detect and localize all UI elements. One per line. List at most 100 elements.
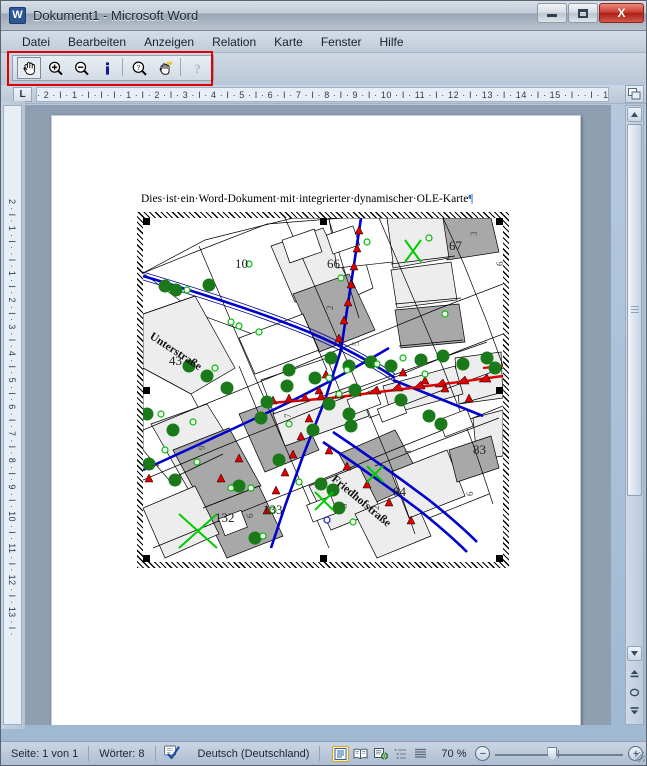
document-text: Dies·ist·ein·Word-Dokument·mit·integrier…	[141, 193, 469, 205]
toolbar-separator	[120, 58, 126, 78]
info-button[interactable]	[95, 57, 119, 79]
spellcheck-status[interactable]	[156, 745, 188, 762]
info-icon	[105, 61, 109, 75]
svg-text:67: 67	[449, 238, 463, 253]
spellcheck-icon	[163, 745, 180, 760]
web-layout-view-icon	[373, 747, 388, 760]
word-count[interactable]: Wörter: 8	[89, 748, 154, 760]
resize-handle-top-right[interactable]	[496, 218, 503, 225]
svg-text:6: 6	[245, 513, 255, 518]
title-bar: W Dokument1 - Microsoft Word X	[1, 1, 646, 31]
menu-datei[interactable]: Datei	[13, 33, 59, 51]
svg-text:7: 7	[283, 413, 293, 418]
menu-fenster[interactable]: Fenster	[312, 33, 371, 51]
resize-handle-middle-right[interactable]	[496, 387, 503, 394]
select-browse-object-icon	[629, 688, 640, 697]
word-icon: W	[9, 7, 26, 24]
zoom-out-icon	[74, 61, 89, 75]
document-page[interactable]: Dies·ist·ein·Word-Dokument·mit·integrier…	[51, 115, 581, 725]
help-button[interactable]: ?	[185, 57, 209, 79]
resize-handle-bottom-left[interactable]	[143, 555, 150, 562]
split-window-button[interactable]	[625, 85, 644, 103]
svg-text:?: ?	[194, 61, 201, 76]
horizontal-ruler[interactable]: L · 2 · I · 1 · I · I · I · 1 · I · 2 · …	[1, 85, 646, 104]
resize-handle-top-left[interactable]	[143, 218, 150, 225]
view-buttons	[332, 745, 429, 762]
svg-text:133: 133	[263, 502, 283, 517]
resize-handle-middle-left[interactable]	[143, 387, 150, 394]
resize-grip-icon[interactable]	[635, 752, 645, 762]
word-window: W Dokument1 - Microsoft Word X Datei Bea…	[0, 0, 647, 766]
menu-bearbeiten[interactable]: Bearbeiten	[59, 33, 135, 51]
menu-anzeigen[interactable]: Anzeigen	[135, 33, 203, 51]
scroll-down-button[interactable]	[627, 646, 642, 661]
close-button[interactable]: X	[599, 3, 644, 23]
menu-hilfe[interactable]: Hilfe	[371, 33, 413, 51]
previous-page-button[interactable]	[628, 668, 641, 681]
help-question-icon: ?	[194, 61, 201, 76]
chevron-down-icon	[631, 651, 638, 656]
select-browse-object-button[interactable]	[628, 686, 641, 699]
document-canvas[interactable]: Dies·ist·ein·Word-Dokument·mit·integrier…	[25, 105, 611, 725]
zoom-controls: 70 % − +	[437, 746, 644, 761]
zoom-slider-thumb[interactable]	[547, 746, 558, 761]
menu-bar: Datei Bearbeiten Anzeigen Relation Karte…	[1, 31, 646, 53]
identify-magnifier-icon: ?	[132, 60, 147, 76]
svg-text:3: 3	[469, 231, 479, 236]
page-indicator[interactable]: Seite: 1 von 1	[1, 748, 88, 760]
scroll-up-button[interactable]	[627, 107, 642, 122]
chevron-up-icon	[631, 112, 638, 117]
previous-page-icon	[630, 670, 639, 678]
ole-map-object[interactable]: Unterstraße Friedhofstraße 10 43 66 67 8…	[137, 212, 509, 568]
svg-text:5: 5	[351, 341, 361, 346]
resize-handle-bottom-center[interactable]	[320, 555, 327, 562]
blue-node-marker	[323, 516, 331, 524]
identify-button[interactable]: ?	[127, 57, 151, 79]
map-viewport[interactable]: Unterstraße Friedhofstraße 10 43 66 67 8…	[143, 218, 503, 562]
document-paragraph[interactable]: Dies·ist·ein·Word-Dokument·mit·integrier…	[141, 193, 474, 205]
web-layout-view-button[interactable]	[372, 746, 389, 762]
menu-karte[interactable]: Karte	[265, 33, 312, 51]
draft-view-button[interactable]	[412, 746, 429, 762]
resize-handle-top-center[interactable]	[320, 218, 327, 225]
fullscreen-reading-view-icon	[353, 748, 368, 759]
vertical-ruler[interactable]: 2 · I · 1 · I · · I · 1 · I · 2 · I · 3 …	[3, 105, 22, 725]
zoom-in-icon	[48, 61, 63, 75]
toolbar-separator-2	[178, 58, 184, 78]
language-indicator[interactable]: Deutsch (Deutschland)	[188, 748, 320, 760]
fullscreen-reading-view-button[interactable]	[352, 746, 369, 762]
scrollbar-thumb[interactable]	[627, 124, 642, 496]
outline-view-button[interactable]	[392, 746, 409, 762]
next-page-button[interactable]	[628, 704, 641, 717]
toolbar-area: ? ?	[1, 53, 646, 83]
zoom-slider[interactable]	[495, 746, 624, 761]
zoom-out-button[interactable]: −	[475, 746, 491, 761]
status-bar: Seite: 1 von 1 Wörter: 8 Deutsch (Deutsc…	[1, 741, 646, 765]
pan-hand-button[interactable]	[17, 57, 41, 79]
zoom-level[interactable]: 70 %	[437, 748, 470, 760]
minimize-button[interactable]	[537, 3, 567, 23]
svg-text:6: 6	[465, 491, 475, 496]
cadastral-map[interactable]: Unterstraße Friedhofstraße 10 43 66 67 8…	[143, 218, 503, 562]
draft-view-icon	[415, 748, 427, 758]
svg-text:2: 2	[371, 506, 381, 511]
menu-relation[interactable]: Relation	[203, 33, 265, 51]
window-controls: X	[537, 3, 644, 23]
zoom-slider-track	[495, 753, 624, 756]
svg-text:83: 83	[473, 442, 486, 457]
print-layout-view-button[interactable]	[332, 745, 350, 762]
svg-text:132: 132	[215, 510, 235, 525]
horizontal-ruler-scale[interactable]: · 2 · I · 1 · I · I · I · 1 · I · 2 · I …	[36, 87, 609, 102]
zoom-slider-tick	[558, 749, 560, 758]
zoom-in-button[interactable]	[43, 57, 67, 79]
resize-handle-bottom-right[interactable]	[496, 555, 503, 562]
maximize-button[interactable]	[568, 3, 598, 23]
svg-text:9: 9	[197, 445, 207, 450]
tab-stop-selector[interactable]: L	[13, 87, 32, 102]
vertical-scrollbar[interactable]	[625, 105, 644, 725]
print-layout-view-icon	[334, 747, 347, 760]
svg-text:2: 2	[325, 306, 335, 311]
select-hand-button[interactable]	[153, 57, 177, 79]
zoom-out-button[interactable]	[69, 57, 93, 79]
scrollbar-grip-icon	[631, 306, 639, 314]
